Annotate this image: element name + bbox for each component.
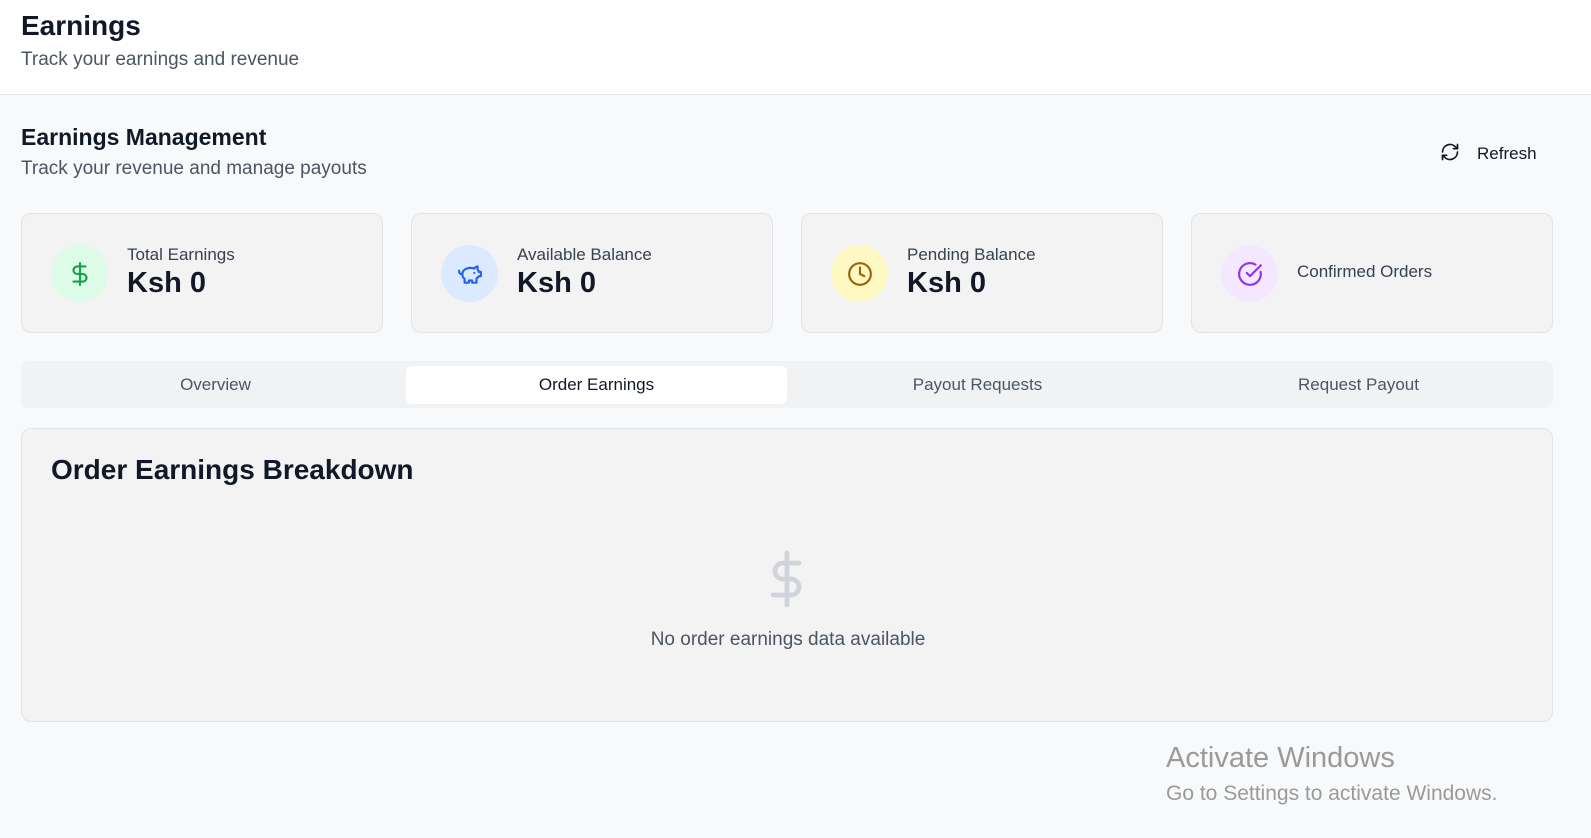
section-title: Earnings Management bbox=[21, 124, 267, 150]
empty-state-text: No order earnings data available bbox=[650, 629, 926, 650]
tab-request-payout[interactable]: Request Payout bbox=[1168, 366, 1549, 404]
stat-value: Ksh 0 bbox=[517, 267, 596, 299]
stat-card-available-balance: Available Balance Ksh 0 bbox=[411, 213, 773, 333]
page-subtitle: Track your earnings and revenue bbox=[21, 49, 300, 70]
panel-title: Order Earnings Breakdown bbox=[51, 454, 414, 485]
page-title: Earnings bbox=[21, 10, 141, 41]
stat-label: Available Balance bbox=[517, 245, 652, 264]
tab-order-earnings[interactable]: Order Earnings bbox=[406, 366, 787, 404]
stat-label: Total Earnings bbox=[127, 245, 235, 264]
order-earnings-panel: Order Earnings Breakdown No order earnin… bbox=[21, 428, 1553, 722]
stat-card-total-earnings: Total Earnings Ksh 0 bbox=[21, 213, 383, 333]
activate-windows-title: Activate Windows bbox=[1166, 742, 1395, 774]
page-header: Earnings Track your earnings and revenue bbox=[0, 0, 1591, 95]
tab-payout-requests[interactable]: Payout Requests bbox=[787, 366, 1168, 404]
stat-card-pending-balance: Pending Balance Ksh 0 bbox=[801, 213, 1163, 333]
refresh-button[interactable]: Refresh bbox=[1432, 138, 1550, 170]
section-subtitle: Track your revenue and manage payouts bbox=[21, 158, 367, 179]
stat-label: Confirmed Orders bbox=[1297, 262, 1433, 281]
dollar-icon bbox=[51, 245, 108, 302]
stat-card-confirmed-orders: Confirmed Orders bbox=[1191, 213, 1553, 333]
activate-windows-subtitle: Go to Settings to activate Windows. bbox=[1166, 782, 1498, 805]
stat-value: Ksh 0 bbox=[127, 267, 206, 299]
tab-list: Overview Order Earnings Payout Requests … bbox=[21, 361, 1553, 408]
refresh-label: Refresh bbox=[1477, 144, 1537, 163]
stat-label: Pending Balance bbox=[907, 245, 1036, 264]
refresh-icon bbox=[1440, 142, 1460, 167]
dollar-icon bbox=[763, 549, 811, 609]
piggy-bank-icon bbox=[441, 245, 498, 302]
clock-icon bbox=[831, 245, 888, 302]
check-circle-icon bbox=[1221, 245, 1278, 302]
stat-value: Ksh 0 bbox=[907, 267, 986, 299]
tab-overview[interactable]: Overview bbox=[25, 366, 406, 404]
